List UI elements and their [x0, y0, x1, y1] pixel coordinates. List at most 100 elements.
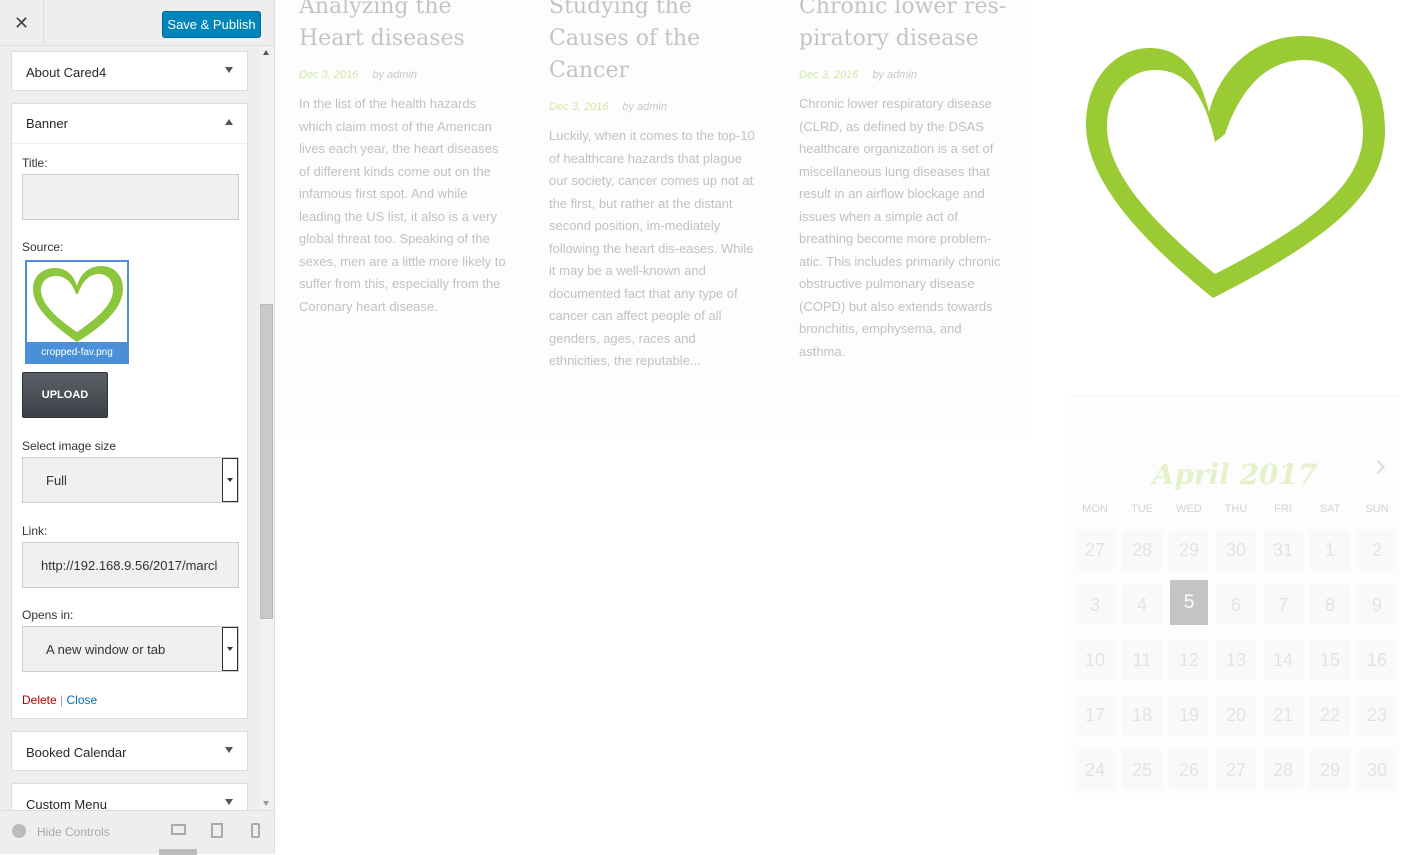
- calendar-day[interactable]: 23: [1357, 695, 1397, 735]
- post-excerpt: Chronic lower respiratory disease (CLRD,…: [799, 96, 1001, 359]
- heart-logo-icon: [1086, 36, 1385, 298]
- calendar-weekday: WED: [1176, 503, 1202, 515]
- calendar-weekday: SAT: [1319, 503, 1341, 515]
- calendar-day[interactable]: 11: [1122, 640, 1162, 680]
- section-custom-menu-label: Custom Menu: [26, 796, 107, 811]
- calendar-day[interactable]: 7: [1263, 585, 1303, 625]
- calendar-day[interactable]: 10: [1075, 640, 1115, 680]
- scroll-down-icon[interactable]: [263, 801, 269, 806]
- calendar-day[interactable]: 2: [1357, 530, 1397, 570]
- section-booked-label: Booked Calendar: [26, 744, 127, 760]
- post-author[interactable]: by admin: [622, 101, 667, 113]
- section-banner-label: Banner: [26, 116, 68, 131]
- title-label: Title:: [22, 156, 48, 170]
- heart-icon: [33, 266, 123, 342]
- section-custom-menu[interactable]: Custom Menu: [11, 783, 248, 810]
- image-size-select[interactable]: Full: [22, 457, 239, 503]
- calendar-day[interactable]: 31: [1263, 530, 1303, 570]
- calendar-day-selected[interactable]: 5: [1170, 580, 1208, 625]
- calendar-day[interactable]: 28: [1122, 530, 1162, 570]
- post-date: Dec 3, 2016: [799, 69, 859, 81]
- post-date: Dec 3, 2016: [299, 69, 359, 81]
- image-thumbnail[interactable]: cropped-fav.png: [25, 260, 129, 364]
- tablet-preview-icon[interactable]: [211, 823, 223, 838]
- upload-button[interactable]: UPLOAD: [22, 372, 108, 418]
- section-about-label: About Cared4: [26, 64, 107, 80]
- calendar-day[interactable]: 28: [1263, 750, 1303, 790]
- mobile-preview-icon[interactable]: [251, 823, 260, 838]
- customizer-sidebar: ✕ Save & Publish About Cared4 Banner Tit…: [0, 0, 275, 855]
- chevron-down-icon: [225, 799, 233, 805]
- calendar-weekday: SUN: [1365, 503, 1389, 515]
- calendar-day[interactable]: 30: [1216, 530, 1256, 570]
- post-card: Chronic lower res-piratory disease Dec 3…: [799, 0, 1009, 363]
- link-input[interactable]: http://192.168.9.56/2017/marcl: [22, 542, 239, 588]
- post-card: Studying the Causes of the Cancer Dec 3,…: [549, 0, 759, 373]
- calendar-day[interactable]: 25: [1122, 750, 1162, 790]
- post-title[interactable]: Analyzing the Heart diseases: [299, 0, 509, 55]
- desktop-preview-icon[interactable]: [171, 824, 186, 835]
- hide-controls-button[interactable]: Hide Controls: [37, 825, 110, 839]
- calendar-day[interactable]: 24: [1075, 750, 1115, 790]
- calendar-day[interactable]: 17: [1075, 695, 1115, 735]
- calendar-day[interactable]: 15: [1310, 640, 1350, 680]
- close-icon[interactable]: ✕: [0, 0, 44, 46]
- post-title[interactable]: Chronic lower res-piratory disease: [799, 0, 1009, 55]
- calendar-weekday: MON: [1082, 503, 1108, 515]
- customizer-footer: Hide Controls: [0, 810, 274, 855]
- post-author[interactable]: by admin: [372, 69, 417, 81]
- image-size-label: Select image size: [22, 439, 117, 453]
- calendar-day[interactable]: 1: [1310, 530, 1350, 570]
- calendar-day[interactable]: 27: [1216, 750, 1256, 790]
- opens-in-value: A new window or tab: [46, 641, 166, 657]
- source-label: Source:: [22, 240, 64, 254]
- collapse-icon[interactable]: [12, 824, 26, 838]
- calendar-day[interactable]: 16: [1357, 640, 1397, 680]
- dropdown-arrow-icon[interactable]: [222, 458, 238, 502]
- calendar-day[interactable]: 29: [1310, 750, 1350, 790]
- post-author[interactable]: by admin: [872, 69, 917, 81]
- calendar-day[interactable]: 3: [1075, 585, 1115, 625]
- post-title[interactable]: Studying the Causes of the Cancer: [549, 0, 759, 87]
- calendar-weekday: THU: [1224, 503, 1248, 515]
- calendar-day[interactable]: 30: [1357, 750, 1397, 790]
- close-link[interactable]: Close: [67, 693, 98, 707]
- calendar-day[interactable]: 14: [1263, 640, 1303, 680]
- calendar-day[interactable]: 21: [1263, 695, 1303, 735]
- calendar-day[interactable]: 9: [1357, 585, 1397, 625]
- calendar-day[interactable]: 27: [1075, 530, 1115, 570]
- section-banner: Banner Title: Source: cropped-fav.png UP…: [11, 103, 248, 719]
- post-date: Dec 3, 2016: [549, 101, 609, 113]
- calendar-day[interactable]: 20: [1216, 695, 1256, 735]
- calendar-weekday: TUE: [1131, 503, 1153, 515]
- dropdown-arrow-icon[interactable]: [222, 627, 238, 671]
- calendar-day[interactable]: 4: [1122, 585, 1162, 625]
- save-publish-button[interactable]: Save & Publish: [162, 11, 261, 38]
- calendar-day[interactable]: 13: [1216, 640, 1256, 680]
- sidebar-scrollbar[interactable]: [259, 46, 274, 810]
- calendar-day[interactable]: 26: [1169, 750, 1209, 790]
- link-separator: |: [60, 693, 64, 707]
- calendar-day[interactable]: 19: [1169, 695, 1209, 735]
- banner-header[interactable]: Banner: [12, 104, 247, 144]
- calendar-day[interactable]: 8: [1310, 585, 1350, 625]
- image-filename: cropped-fav.png: [27, 342, 127, 362]
- section-about[interactable]: About Cared4: [11, 51, 248, 91]
- opens-in-select[interactable]: A new window or tab: [22, 626, 239, 672]
- calendar-day[interactable]: 29: [1169, 530, 1209, 570]
- chevron-up-icon: [225, 119, 233, 125]
- calendar-day[interactable]: 18: [1122, 695, 1162, 735]
- site-preview: Analyzing the Heart diseases Dec 3, 2016…: [275, 0, 1419, 854]
- delete-link[interactable]: Delete: [22, 693, 57, 707]
- calendar-weekday: FRI: [1274, 503, 1292, 515]
- calendar-day[interactable]: 6: [1216, 585, 1256, 625]
- calendar-day[interactable]: 22: [1310, 695, 1350, 735]
- scrollbar-thumb[interactable]: [260, 304, 273, 619]
- section-booked-calendar[interactable]: Booked Calendar: [11, 731, 248, 771]
- scroll-up-icon[interactable]: [263, 50, 269, 55]
- post-card: Analyzing the Heart diseases Dec 3, 2016…: [299, 0, 509, 318]
- controls-scroll-area: About Cared4 Banner Title: Source: cropp…: [0, 46, 258, 810]
- calendar-day[interactable]: 12: [1169, 640, 1209, 680]
- post-excerpt: In the list of the health hazards which …: [299, 96, 506, 314]
- title-field[interactable]: [22, 174, 239, 220]
